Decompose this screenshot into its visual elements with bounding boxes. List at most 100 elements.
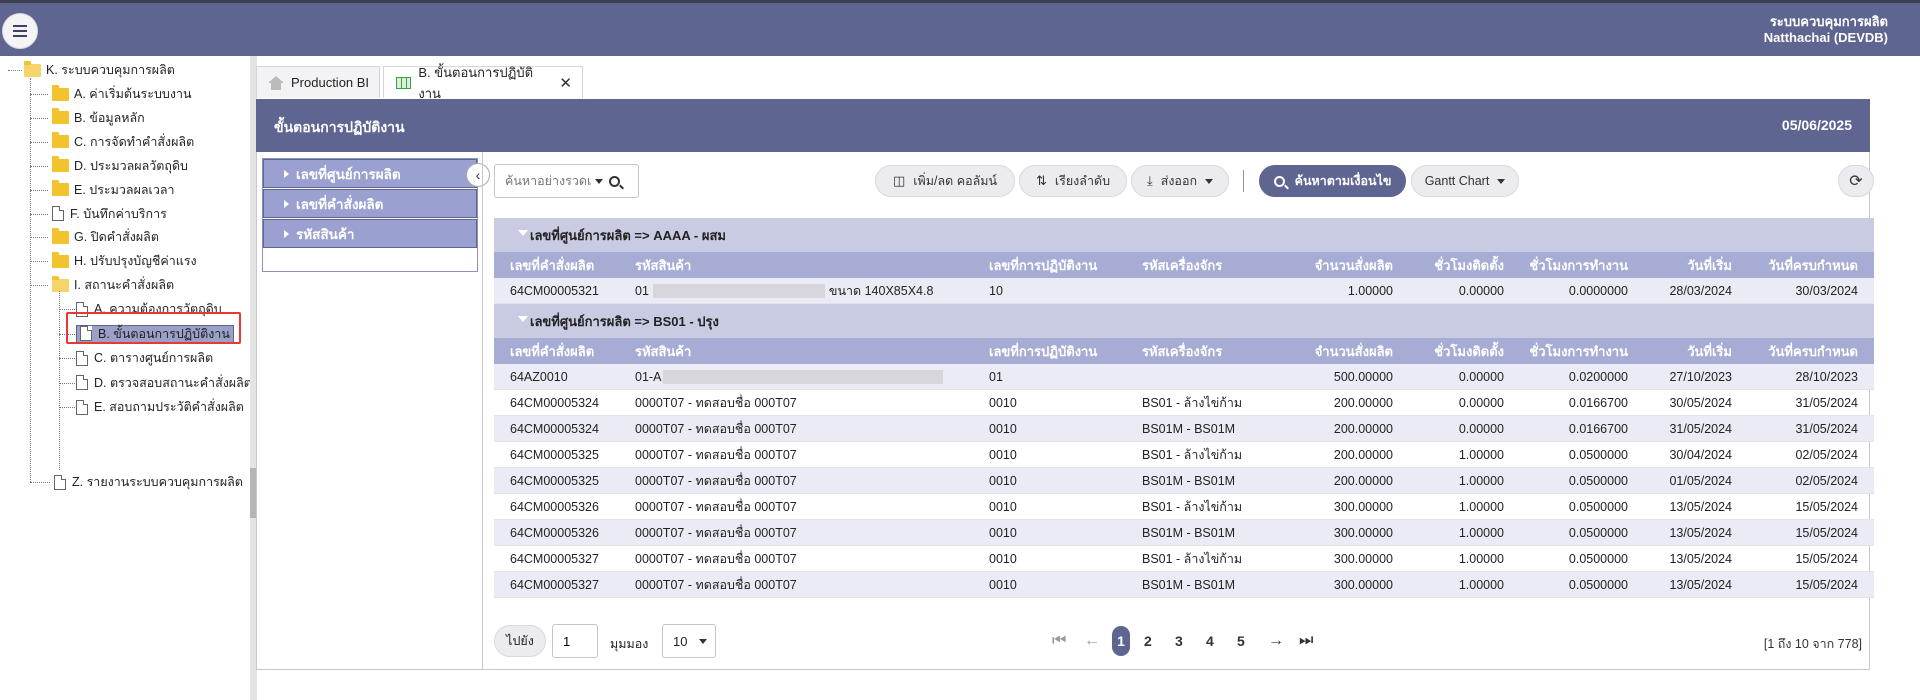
tree-item[interactable]: I. สถานะคำสั่งผลิต [52, 275, 174, 294]
column-header[interactable]: รหัสเครื่องจักร [1142, 338, 1222, 364]
page-title: ขั้นตอนการปฏิบัติงาน [274, 119, 405, 135]
tree-line [30, 213, 48, 215]
table-row[interactable]: 64CM00005324 0000T07 - ทดสอบชื่อ 000T07 00… [494, 390, 1874, 416]
column-header[interactable]: ชั่วโมงติดตั้ง [1394, 338, 1504, 364]
table-cell: 0010 [989, 473, 1017, 488]
close-icon[interactable]: ✕ [559, 74, 572, 92]
column-header[interactable]: วันที่เริ่ม [1624, 252, 1732, 278]
tree-item[interactable]: G. ปิดคำสั่งผลิต [52, 227, 159, 246]
tree-item[interactable]: E. ประมวลผลเวลา [52, 180, 175, 199]
goto-button[interactable]: ไปยัง [494, 625, 546, 657]
table-cell: 1.00000 [1458, 525, 1504, 540]
page-input[interactable] [552, 624, 598, 658]
filter-work-center[interactable]: เลขที่ศูนย์การผลิต [263, 159, 477, 188]
column-header[interactable]: วันที่ครบกำหนด [1734, 338, 1858, 364]
page-button[interactable]: 1 [1112, 626, 1130, 656]
tree-sub-item[interactable]: E. สอบถามประวัติคำสั่งผลิต [76, 398, 244, 416]
gantt-chart-button[interactable]: Gantt Chart [1411, 165, 1519, 197]
table-row[interactable]: 64CM00005321 01 ขนาด 140X85X4.8 10 1.00000 0.… [494, 278, 1874, 304]
tree-item[interactable]: B. ข้อมูลหลัก [52, 108, 145, 127]
table-row[interactable]: 64CM00005326 0000T07 - ทดสอบชื่อ 000T07 00… [494, 494, 1874, 520]
table-row[interactable]: 64AZ0010 01-A 01 500.00000 0.00000 0.0200000 2… [494, 364, 1874, 390]
tree-root[interactable]: K. ระบบควบคุมการผลิต [24, 60, 175, 79]
page-button[interactable]: 4 [1206, 626, 1214, 656]
table-row[interactable]: 64CM00005324 0000T07 - ทดสอบชื่อ 000T07 00… [494, 416, 1874, 442]
table-cell: 0.0500000 [1568, 473, 1628, 488]
table-cell: 0.00000 [1458, 421, 1504, 436]
file-icon [52, 206, 64, 221]
table-row[interactable]: 64CM00005327 0000T07 - ทดสอบชื่อ 000T07 00… [494, 572, 1874, 598]
table-row[interactable]: 64CM00005327 0000T07 - ทดสอบชื่อ 000T07 00… [494, 546, 1874, 572]
table-row[interactable]: 64CM00005325 0000T07 - ทดสอบชื่อ 000T07 00… [494, 468, 1874, 494]
column-header[interactable]: เลขที่คำสั่งผลิต [510, 252, 594, 278]
export-button[interactable]: ⤓ ส่งออก [1131, 165, 1229, 197]
table-cell: 0.00000 [1458, 395, 1504, 410]
column-header[interactable]: วันที่ครบกำหนด [1734, 252, 1858, 278]
group-header[interactable]: เลขที่ศูนย์การผลิต => AAAA - ผสม [494, 218, 1874, 252]
sort-button[interactable]: ⇅ เรียงลำดับ [1019, 165, 1127, 197]
file-icon [76, 399, 88, 415]
last-page-button[interactable]: ⏭ [1299, 626, 1313, 656]
collapse-filter-button[interactable]: ‹ [466, 163, 490, 187]
filter-order-no[interactable]: เลขที่คำสั่งผลิต [263, 189, 477, 218]
first-page-button[interactable]: ⏮ [1052, 626, 1066, 656]
tree-sub-item[interactable]: C. ตารางศูนย์การผลิต [76, 349, 213, 367]
column-header[interactable]: ชั่วโมงการทำงาน [1504, 252, 1628, 278]
tree-sub-item[interactable]: D. ตรวจสอบสถานะคำสั่งผลิต [76, 374, 252, 392]
tree-line [30, 285, 48, 287]
column-header[interactable]: รหัสสินค้า [635, 252, 691, 278]
page-size-select[interactable]: 10 [662, 624, 716, 658]
table-cell: 01 ขนาด 140X85X4.8 [635, 283, 934, 298]
table-cell: 0010 [989, 499, 1017, 514]
column-header[interactable]: รหัสสินค้า [635, 338, 691, 364]
column-header[interactable]: จำนวนสั่งผลิต [1269, 338, 1393, 364]
tab-operation-steps[interactable]: B. ขั้นตอนการปฏิบัติงาน ✕ [383, 65, 583, 101]
tree-item[interactable]: A. ค่าเริ่มต้นระบบงาน [52, 84, 192, 103]
column-header[interactable]: เลขที่คำสั่งผลิต [510, 338, 594, 364]
column-header[interactable]: ชั่วโมงติดตั้ง [1394, 252, 1504, 278]
table-cell: 02/05/2024 [1795, 447, 1858, 462]
page-button[interactable]: 5 [1237, 626, 1245, 656]
group-header[interactable]: เลขที่ศูนย์การผลิต => BS01 - ปรุง [494, 304, 1874, 338]
column-header[interactable]: วันที่เริ่ม [1624, 338, 1732, 364]
column-header[interactable]: เลขที่การปฏิบัติงาน [989, 338, 1097, 364]
tree-line [30, 78, 31, 482]
table-cell: 64CM00005325 [510, 447, 599, 462]
advanced-search-button[interactable]: ค้นหาตามเงื่อนไข [1259, 165, 1406, 197]
page-button[interactable]: 2 [1144, 626, 1152, 656]
tab-production-bi[interactable]: Production BI [256, 66, 380, 98]
grid-icon [396, 76, 412, 89]
tree-item[interactable]: F. บันทึกค่าบริการ [52, 205, 167, 223]
table-row[interactable]: 64CM00005326 0000T07 - ทดสอบชื่อ 000T07 00… [494, 520, 1874, 546]
table-cell: 01 [989, 369, 1003, 384]
search-icon[interactable] [609, 175, 620, 187]
column-header[interactable]: เลขที่การปฏิบัติงาน [989, 252, 1097, 278]
folder-icon [52, 227, 69, 244]
page-info: [1 ถึง 10 จาก 778] [1763, 637, 1862, 651]
table-row[interactable]: 64CM00005325 0000T07 - ทดสอบชื่อ 000T07 00… [494, 442, 1874, 468]
prev-page-button[interactable]: ← [1084, 626, 1100, 656]
quick-search[interactable] [494, 164, 639, 198]
search-icon [1273, 175, 1285, 187]
tree-item-report[interactable]: Z. รายงานระบบควบคุมการผลิต [54, 473, 243, 491]
column-header[interactable]: ชั่วโมงการทำงาน [1504, 338, 1628, 364]
page-button[interactable]: 3 [1175, 626, 1183, 656]
refresh-button[interactable]: ⟳ [1838, 165, 1874, 197]
table-cell: 200.00000 [1333, 395, 1393, 410]
tree-line [30, 261, 48, 263]
search-input[interactable] [505, 174, 591, 188]
next-page-button[interactable]: → [1268, 626, 1284, 656]
caret-down-icon[interactable] [595, 178, 603, 184]
tree-line [59, 407, 75, 409]
tree-line [8, 70, 22, 71]
column-header[interactable]: รหัสเครื่องจักร [1142, 252, 1222, 278]
tree-item[interactable]: D. ประมวลผลวัตถุดิบ [52, 156, 188, 175]
column-header[interactable]: จำนวนสั่งผลิต [1269, 252, 1393, 278]
filter-product-code[interactable]: รหัสสินค้า [263, 219, 477, 248]
hamburger-menu-button[interactable] [2, 13, 38, 49]
folder-icon [52, 108, 69, 125]
columns-button[interactable]: ◫ เพิ่ม/ลด คอลัมน์ [875, 165, 1015, 197]
table-cell: 64CM00005327 [510, 551, 599, 566]
tree-item[interactable]: C. การจัดทำคำสั่งผลิต [52, 132, 194, 151]
tree-item[interactable]: H. ปรับปรุงบัญชีค่าแรง [52, 251, 197, 270]
